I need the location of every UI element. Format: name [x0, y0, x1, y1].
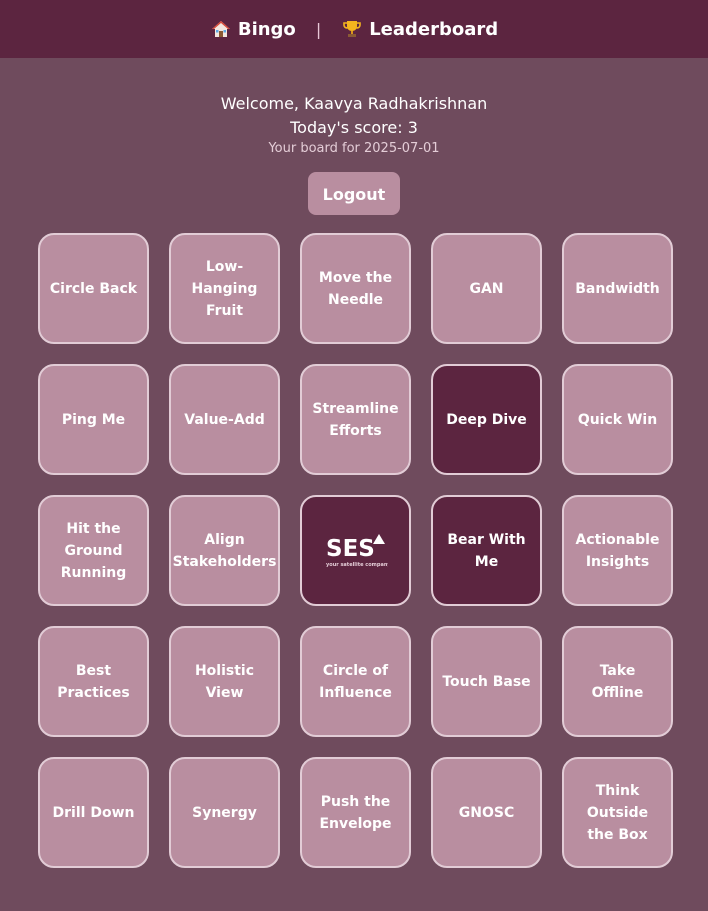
ses-logo-tagline: your satellite company: [326, 562, 388, 568]
bingo-tile-label: Bandwidth: [575, 280, 660, 297]
score-text: Today's score: 3: [290, 118, 418, 137]
bingo-tile[interactable]: Take Offline: [562, 626, 673, 737]
bingo-tile-label: Circle Back: [49, 280, 138, 297]
trophy-icon: [341, 18, 363, 40]
bingo-tile-label: Best Practices: [57, 662, 130, 701]
board-date-text: Your board for 2025-07-01: [268, 141, 440, 156]
bingo-tile[interactable]: Quick Win: [562, 364, 673, 475]
bingo-tile[interactable]: Circle Back: [38, 233, 149, 344]
bingo-tile[interactable]: Move the Needle: [300, 233, 411, 344]
welcome-text: Welcome, Kaavya Radhakrishnan: [220, 94, 488, 113]
nav-bingo-label: Bingo: [237, 18, 296, 40]
bingo-tile[interactable]: GNOSC: [431, 757, 542, 868]
bingo-tile-label: Move the Needle: [318, 269, 393, 308]
user-summary: Welcome, Kaavya Radhakrishnan Today's sc…: [0, 92, 708, 156]
bingo-tile[interactable]: Touch Base: [431, 626, 542, 737]
bingo-tile-label: Holistic View: [194, 662, 255, 701]
bingo-tile[interactable]: GAN: [431, 233, 542, 344]
bingo-tile-label: Quick Win: [577, 411, 658, 428]
bingo-tile-label: Think Outside the Box: [586, 782, 649, 843]
bingo-tile[interactable]: Best Practices: [38, 626, 149, 737]
bingo-tile[interactable]: Hit the Ground Running: [38, 495, 149, 606]
bingo-tile[interactable]: Ping Me: [38, 364, 149, 475]
bingo-tile[interactable]: Actionable Insights: [562, 495, 673, 606]
bingo-tile[interactable]: Value-Add: [169, 364, 280, 475]
bingo-tile-free-logo[interactable]: SES your satellite company: [300, 495, 411, 606]
bingo-tile-label: Drill Down: [52, 804, 135, 821]
bingo-tile-label: Ping Me: [61, 411, 126, 428]
bingo-tile-label: Synergy: [192, 804, 257, 821]
top-nav: Bingo | Leaderboard: [0, 0, 708, 58]
bingo-tile-label: Low-Hanging Fruit: [191, 258, 258, 319]
bingo-tile[interactable]: Push the Envelope: [300, 757, 411, 868]
bingo-board: Circle Back Low-Hanging Fruit Move the Nee…: [38, 233, 673, 868]
nav-leaderboard-label: Leaderboard: [369, 18, 499, 40]
bingo-tile[interactable]: Drill Down: [38, 757, 149, 868]
bingo-tile-label: GAN: [469, 280, 504, 297]
bingo-tile[interactable]: Bandwidth: [562, 233, 673, 344]
bingo-tile[interactable]: Bear With Me: [431, 495, 542, 606]
bingo-tile[interactable]: Holistic View: [169, 626, 280, 737]
nav-leaderboard-link[interactable]: Leaderboard: [341, 18, 498, 40]
bingo-tile-label: Bear With Me: [447, 531, 526, 570]
logout-wrap: Logout: [0, 172, 708, 215]
bingo-tile[interactable]: Low-Hanging Fruit: [169, 233, 280, 344]
bingo-tile[interactable]: Circle of Influence: [300, 626, 411, 737]
bingo-tile[interactable]: Deep Dive: [431, 364, 542, 475]
bingo-tile-label: Value-Add: [184, 411, 265, 428]
bingo-tile-label: Circle of Influence: [319, 662, 392, 701]
bingo-tile-label: Align Stakeholders: [172, 531, 277, 570]
bingo-tile-label: Hit the Ground Running: [60, 520, 127, 581]
bingo-tile[interactable]: Think Outside the Box: [562, 757, 673, 868]
bingo-tile[interactable]: Align Stakeholders: [169, 495, 280, 606]
bingo-tile-label: Streamline Efforts: [312, 400, 399, 439]
nav-separator: |: [315, 19, 322, 39]
bingo-tile-label: Actionable Insights: [575, 531, 660, 570]
bingo-tile-label: Take Offline: [591, 662, 644, 701]
bingo-tile-label: GNOSC: [458, 804, 515, 821]
bingo-tile[interactable]: Streamline Efforts: [300, 364, 411, 475]
ses-logo-icon: SESyour satellite company: [326, 533, 388, 568]
bingo-tile-label: Deep Dive: [446, 411, 527, 428]
bingo-tile-label: Push the Envelope: [319, 793, 392, 832]
house-icon: [210, 18, 232, 40]
ses-logo-text: SES: [326, 536, 375, 562]
nav-bingo-link[interactable]: Bingo: [210, 18, 296, 40]
bingo-tile[interactable]: Synergy: [169, 757, 280, 868]
logout-button[interactable]: Logout: [308, 172, 400, 215]
bingo-tile-label: Touch Base: [442, 673, 531, 690]
